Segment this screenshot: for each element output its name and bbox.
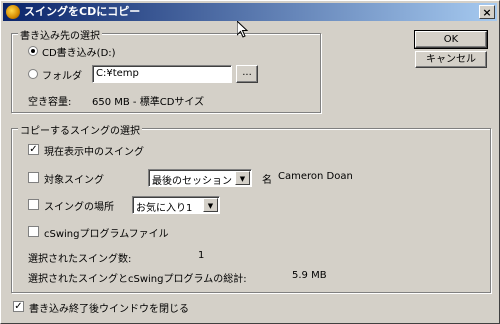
mouse-cursor-icon [237,21,249,38]
swing-selection-group: コピーするスイングの選択 ✓ 現在表示中のスイング 対象スイング 最後のセッショ… [11,122,491,293]
folder-label[interactable]: フォルダ [42,67,82,82]
selected-count-value: 1 [198,250,205,261]
app-icon [6,5,20,19]
program-file-label[interactable]: cSwingプログラムファイル [44,225,169,240]
chevron-down-icon[interactable]: ▼ [235,171,250,185]
destination-legend: 書き込み先の選択 [18,27,102,42]
current-swing-checkbox[interactable]: ✓ [28,144,39,155]
chevron-down-icon[interactable]: ▼ [203,198,218,212]
target-swing-value: 最後のセッション [152,176,232,187]
swing-location-checkbox[interactable] [28,199,39,210]
folder-radio[interactable] [28,69,38,79]
swing-selection-legend: コピーするスイングの選択 [18,122,142,137]
program-file-checkbox[interactable] [28,226,39,237]
free-space-label: 空き容量: [28,97,72,108]
swing-location-value: お気に入り1 [136,203,193,214]
ok-button[interactable]: OK [414,30,488,49]
current-swing-label[interactable]: 現在表示中のスイング [44,143,144,158]
folder-path-input[interactable]: C:¥temp [92,65,232,83]
swing-location-label[interactable]: スイングの場所 [44,198,114,213]
name-label: 名 [262,175,272,186]
window-title: スイングをCDにコピー [24,5,141,18]
free-space-value: 650 MB - 標準CDサイズ [92,97,205,108]
name-value: Cameron Doan [278,171,353,182]
target-swing-select[interactable]: 最後のセッション ▼ [148,169,252,187]
browse-button[interactable]: ... [236,65,258,83]
copy-to-cd-dialog: スイングをCDにコピー × 書き込み先の選択 CD書き込み(D:) フォルダ C… [0,0,500,324]
total-size-value: 5.9 MB [292,270,327,281]
close-after-checkbox[interactable]: ✓ [13,301,24,312]
selected-count-label: 選択されたスイング数: [28,254,132,265]
total-size-label: 選択されたスイングとcSwingプログラムの総計: [28,274,247,285]
swing-location-select[interactable]: お気に入り1 ▼ [132,196,220,214]
close-icon[interactable]: × [479,5,495,19]
destination-group: 書き込み先の選択 CD書き込み(D:) フォルダ C:¥temp ... 空き容… [11,27,321,113]
target-swing-label[interactable]: 対象スイング [44,171,104,186]
close-after-label[interactable]: 書き込み終了後ウインドウを閉じる [29,300,189,315]
cd-writer-radio[interactable] [28,46,38,56]
cd-writer-label[interactable]: CD書き込み(D:) [42,44,116,59]
cancel-button[interactable]: キャンセル [415,51,487,68]
title-bar[interactable]: スイングをCDにコピー × [3,3,497,21]
target-swing-checkbox[interactable] [28,172,39,183]
